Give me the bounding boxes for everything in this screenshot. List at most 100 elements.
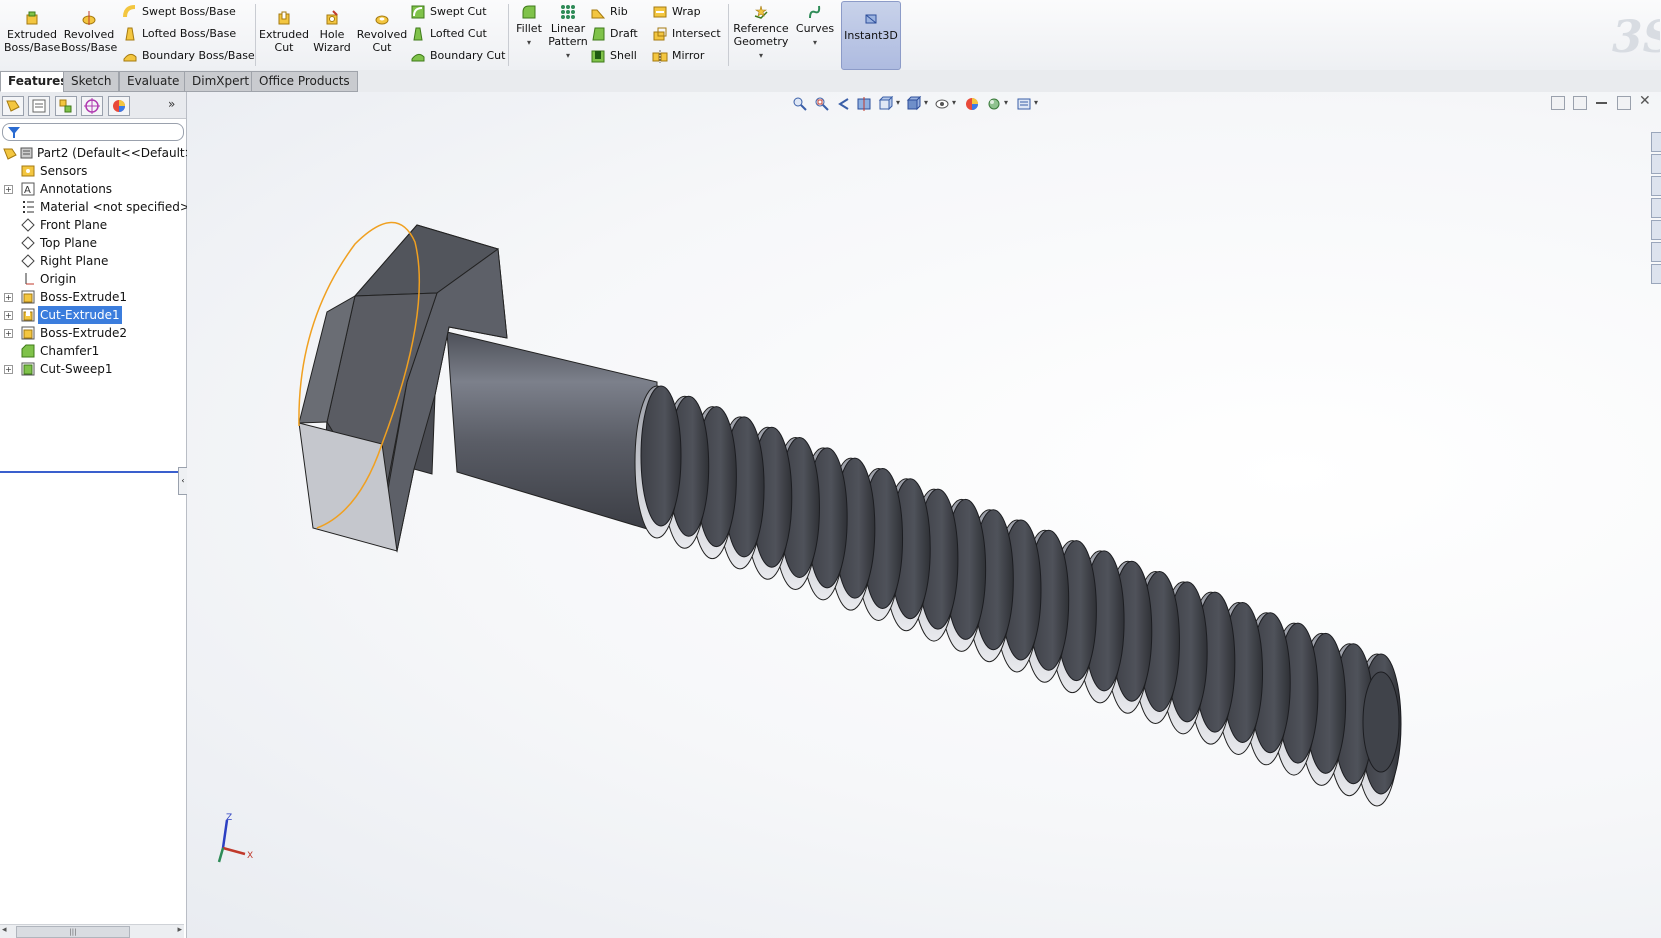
fillet-button[interactable]: Fillet ▾	[510, 4, 548, 49]
triad-x-label: X	[247, 851, 253, 861]
tab-office-products[interactable]: Office Products	[251, 71, 358, 92]
graphics-area[interactable]: ▾ ▾ ▾ ▾ ▾ ✕ Z X	[187, 92, 1661, 938]
tree-horizontal-scrollbar[interactable]: ◂ ||| ▸	[0, 924, 184, 938]
instant3d-button[interactable]: Instant3D	[841, 1, 901, 70]
feature-tree-filter[interactable]	[2, 123, 184, 141]
svg-text:A: A	[24, 185, 31, 196]
revolved-boss-icon	[82, 11, 96, 25]
extruded-cut-icon	[278, 11, 290, 25]
tree-item-boss-extrude2[interactable]: + Boss-Extrude2	[0, 324, 186, 342]
expand-toggle-icon[interactable]: +	[4, 329, 13, 338]
svg-text:3S: 3S	[1612, 12, 1660, 63]
tree-item-label: Boss-Extrude2	[40, 326, 127, 340]
curves-icon	[809, 5, 821, 19]
cut-sweep-icon	[21, 362, 35, 376]
feature-manager-tab[interactable]	[2, 96, 24, 116]
feature-manager-pane: » Part2 (Default<<Default>_D Sensors + A An…	[0, 92, 210, 938]
ribbon-separator	[728, 4, 729, 66]
expand-pane-icon[interactable]: »	[168, 97, 175, 111]
fillet-dropdown-arrow[interactable]: ▾	[527, 38, 531, 47]
tree-root-part[interactable]: Part2 (Default<<Default>_D	[0, 144, 210, 162]
tree-item-front-plane[interactable]: Front Plane	[0, 216, 186, 234]
hole-wizard-button[interactable]: Hole Wizard	[309, 10, 355, 54]
tree-item-chamfer1[interactable]: Chamfer1	[0, 342, 186, 360]
mirror-icon	[652, 50, 668, 63]
rollback-bar[interactable]	[0, 471, 184, 473]
tree-item-label: Sensors	[40, 164, 88, 178]
revolved-cut-button[interactable]: Revolved Cut	[355, 10, 409, 54]
revolved-boss-button[interactable]: Revolved Boss/Base	[61, 10, 117, 54]
property-manager-tab[interactable]	[28, 96, 50, 116]
lofted-boss-button[interactable]: Lofted Boss/Base	[122, 26, 236, 42]
scroll-right-arrow-icon[interactable]: ▸	[177, 925, 182, 935]
tree-item-cut-sweep1[interactable]: + Cut-Sweep1	[0, 360, 186, 378]
bolt-model[interactable]	[187, 92, 1661, 938]
tree-item-label: Right Plane	[40, 254, 109, 268]
display-manager-tab[interactable]	[108, 96, 130, 116]
swept-boss-icon	[123, 5, 136, 18]
lofted-cut-button[interactable]: Lofted Cut	[410, 26, 487, 42]
triad-z-label: Z	[226, 813, 232, 823]
curves-button[interactable]: Curves ▾	[792, 4, 838, 49]
boundary-boss-button[interactable]: Boundary Boss/Base	[122, 48, 255, 64]
instant3d-icon	[865, 14, 877, 24]
intersect-icon	[653, 27, 667, 41]
configuration-manager-tab[interactable]	[55, 96, 77, 116]
display-manager-icon	[113, 100, 125, 112]
lofted-cut-icon	[413, 27, 423, 41]
tab-dimxpert[interactable]: DimXpert	[184, 71, 258, 92]
reference-geometry-button[interactable]: Reference Geometry ▾	[730, 4, 792, 62]
command-manager-ribbon: Extruded Boss/Base Revolved Boss/Base Sw…	[0, 0, 1661, 71]
linear-pattern-dropdown-arrow[interactable]: ▾	[566, 51, 570, 60]
feature-tree: Part2 (Default<<Default>_D Sensors + A Anno…	[0, 144, 210, 378]
tree-item-right-plane[interactable]: Right Plane	[0, 252, 186, 270]
expand-toggle-icon[interactable]: +	[4, 311, 13, 320]
shell-button[interactable]: Shell	[590, 48, 637, 64]
reference-geometry-dropdown-arrow[interactable]: ▾	[759, 51, 763, 60]
intersect-button[interactable]: Intersect	[652, 26, 721, 42]
material-icon	[23, 201, 34, 213]
boundary-cut-button[interactable]: Boundary Cut	[410, 48, 505, 64]
tree-item-cut-extrude1[interactable]: + Cut-Extrude1	[0, 306, 186, 324]
reference-geometry-icon	[754, 5, 768, 19]
scroll-left-arrow-icon[interactable]: ◂	[2, 925, 7, 935]
tree-item-origin[interactable]: Origin	[0, 270, 186, 288]
tree-item-label: Annotations	[40, 182, 113, 196]
feature-tree-icon	[6, 100, 20, 112]
tree-item-sensors[interactable]: Sensors	[0, 162, 186, 180]
tree-item-annotations[interactable]: + A Annotations	[0, 180, 186, 198]
configuration-icon	[59, 99, 72, 113]
linear-pattern-icon	[561, 5, 575, 19]
tab-evaluate[interactable]: Evaluate	[119, 71, 188, 92]
draft-button[interactable]: Draft	[590, 26, 638, 42]
swept-boss-button[interactable]: Swept Boss/Base	[122, 4, 236, 20]
tree-item-label: Chamfer1	[40, 344, 100, 358]
curves-dropdown-arrow[interactable]: ▾	[813, 38, 817, 47]
rib-button[interactable]: Rib	[590, 4, 628, 20]
tree-item-top-plane[interactable]: Top Plane	[0, 234, 186, 252]
expand-toggle-icon[interactable]: +	[4, 185, 13, 194]
dimxpert-manager-tab[interactable]	[81, 96, 103, 116]
boundary-boss-icon	[123, 53, 137, 62]
property-manager-icon	[32, 99, 46, 113]
hole-wizard-icon	[326, 10, 338, 25]
expand-toggle-icon[interactable]: +	[4, 293, 13, 302]
filter-icon	[8, 127, 20, 138]
ribbon-separator	[255, 4, 256, 66]
scroll-thumb[interactable]: |||	[16, 926, 130, 938]
origin-icon	[25, 273, 34, 285]
mirror-button[interactable]: Mirror	[652, 48, 704, 64]
swept-cut-button[interactable]: Swept Cut	[410, 4, 487, 20]
expand-toggle-icon[interactable]: +	[4, 365, 13, 374]
extruded-cut-button[interactable]: Extruded Cut	[257, 10, 311, 54]
command-manager-tabs: Features Sketch Evaluate DimXpert Office…	[0, 70, 1661, 92]
tree-items: Sensors + A Annotations Material <not specif…	[0, 162, 190, 378]
linear-pattern-button[interactable]: Linear Pattern ▾	[548, 4, 588, 62]
thread-crest	[640, 385, 682, 527]
wrap-button[interactable]: Wrap	[652, 4, 701, 20]
tab-sketch[interactable]: Sketch	[63, 71, 120, 92]
tree-item-material-not-specified[interactable]: Material <not specified>	[0, 198, 190, 216]
tree-item-boss-extrude1[interactable]: + Boss-Extrude1	[0, 288, 186, 306]
extrude-icon	[21, 290, 35, 304]
extruded-boss-button[interactable]: Extruded Boss/Base	[4, 10, 60, 54]
